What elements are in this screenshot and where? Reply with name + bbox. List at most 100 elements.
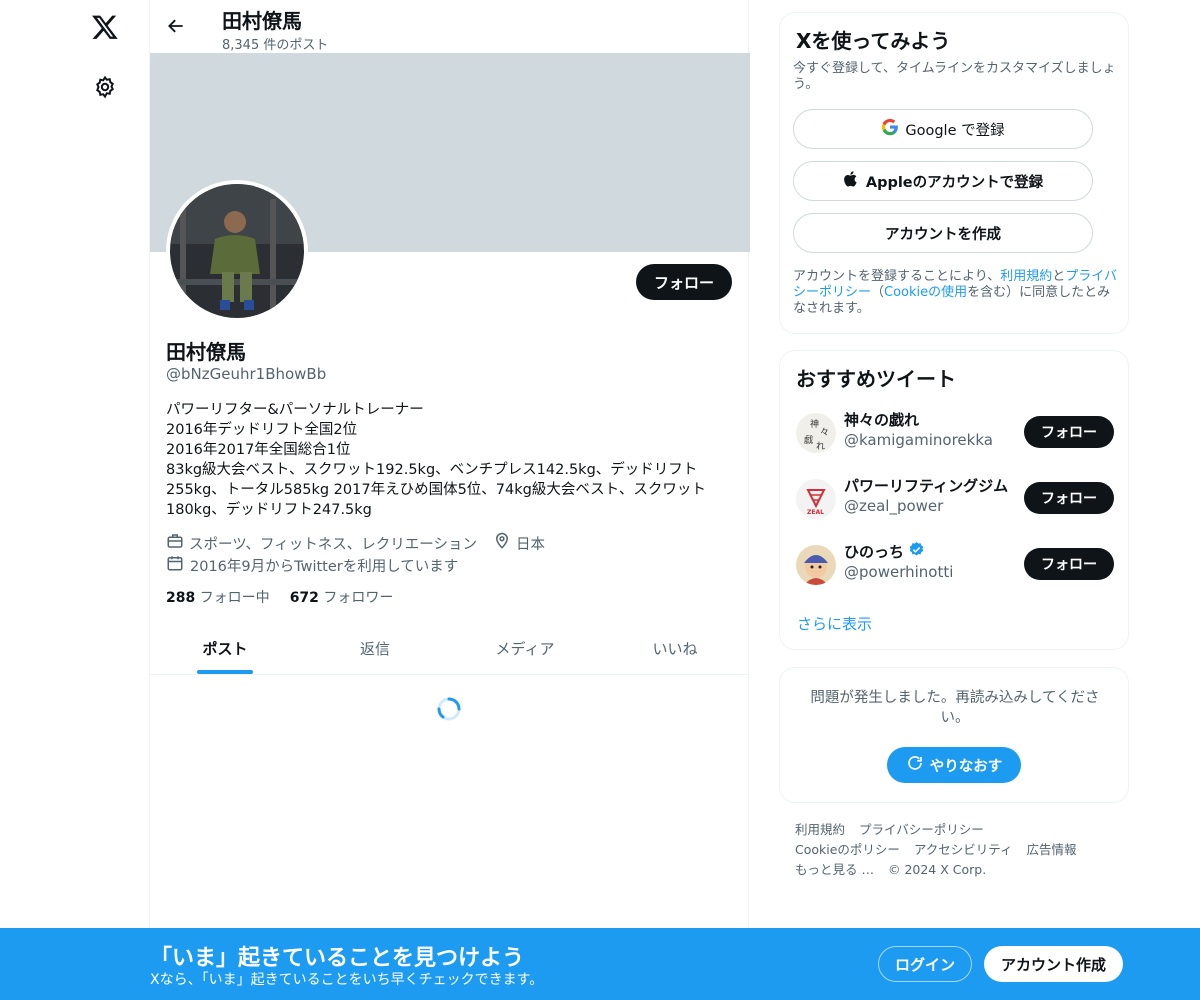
profile-meta-row: スポーツ、フィットネス、レクリエーション 日本 (166, 532, 555, 554)
tab-label: 返信 (359, 639, 390, 658)
bio-line: 255kg、トータル585kg 2017年えひめ国体5位、74kg級大会ベスト、… (166, 482, 706, 498)
login-button[interactable]: ログイン (878, 946, 972, 982)
tab-label: ポスト (202, 639, 248, 658)
x-logo-icon[interactable] (90, 12, 120, 42)
svg-text:神: 神 (810, 418, 819, 430)
bottom-bar-title: 「いま」起きていることを見つけよう (150, 946, 525, 971)
follow-stats: 288 フォロー中 672 フォロワー (166, 587, 393, 607)
svg-text:れ: れ (816, 441, 825, 452)
footer-link[interactable]: プライバシーポリシー (859, 822, 984, 837)
create-account-button[interactable]: アカウントを作成 (793, 213, 1093, 253)
follow-button[interactable]: フォロー (636, 264, 732, 300)
avatar-photo (170, 184, 304, 318)
legal-prefix: アカウントを登録することにより、 (793, 269, 1001, 284)
followers-link[interactable]: 672 フォロワー (290, 587, 394, 607)
recommended-user[interactable]: ひのっち @powerhinotti フォロー (796, 539, 1114, 591)
tab-label: いいね (652, 639, 698, 658)
category-text: スポーツ、フィットネス、レクリエーション (189, 536, 477, 553)
refresh-icon (906, 754, 924, 776)
recommended-handle: @zeal_power (844, 497, 944, 515)
bio-line: 180kg、デッドリフト247.5kg (166, 502, 372, 518)
tab-replies[interactable]: 返信 (300, 622, 450, 674)
avatar: ZEAL (796, 479, 836, 519)
location-text: 日本 (515, 536, 545, 553)
tab-likes[interactable]: いいね (600, 622, 750, 674)
location-pin-icon (493, 532, 511, 554)
footer-link[interactable]: 利用規約 (795, 822, 845, 837)
footer-link[interactable]: Cookieのポリシー (795, 842, 900, 857)
apple-signup-button[interactable]: Appleのアカウントで登録 (793, 161, 1093, 201)
recommended-card: おすすめツイート 神々戯れ 神々の戯れ @kamigaminorekka フォロ… (779, 350, 1129, 650)
retry-button[interactable]: やりなおす (887, 747, 1021, 783)
calendar-icon (166, 554, 184, 576)
bottom-bar-subtitle: Xなら、「いま」起きていることをいち早くチェックできます。 (150, 972, 544, 988)
left-nav (0, 0, 150, 1000)
svg-text:ZEAL: ZEAL (807, 509, 824, 516)
following-label: フォロー中 (199, 590, 270, 606)
recommended-user[interactable]: ZEAL パワーリフティングジム ZEAL @zeal_power フォロー (796, 473, 1114, 525)
recommended-name: ひのっち (844, 541, 1014, 562)
signup-legal-text: アカウントを登録することにより、利用規約とプライバシーポリシー（Cookieの使… (793, 269, 1123, 317)
terms-link[interactable]: 利用規約 (1000, 269, 1052, 284)
recommended-handle: @kamigaminorekka (844, 431, 993, 449)
followers-count: 672 (289, 590, 319, 606)
loading-spinner-icon (436, 696, 462, 722)
follow-button[interactable]: フォロー (1024, 416, 1114, 448)
recommended-name-text: ひのっち (844, 543, 905, 561)
signup-button[interactable]: アカウント作成 (984, 946, 1123, 982)
show-more-link[interactable]: さらに表示 (797, 613, 872, 634)
google-icon (881, 118, 899, 140)
joined-text: 2016年9月からTwitterを利用しています (190, 558, 459, 575)
google-signup-label: Google で登録 (905, 122, 1005, 139)
apple-signup-label: Appleのアカウントで登録 (865, 174, 1044, 191)
tab-posts[interactable]: ポスト (150, 622, 300, 674)
signup-title: Xを使ってみよう (796, 29, 951, 53)
svg-text:々: 々 (820, 427, 829, 438)
error-message: 問題が発生しました。再読み込みしてください。 (810, 690, 1100, 726)
recommended-user[interactable]: 神々戯れ 神々の戯れ @kamigaminorekka フォロー (796, 407, 1114, 459)
footer-links: 利用規約 プライバシーポリシー Cookieのポリシー アクセシビリティ 広告情… (795, 820, 1115, 880)
profile-bio: パワーリフター&パーソナルトレーナー 2016年デッドリフト全国2位 2016年… (166, 400, 726, 520)
legal-and: と (1052, 269, 1066, 284)
active-tab-indicator (197, 670, 253, 674)
retry-label: やりなおす (929, 758, 1003, 775)
google-signup-button[interactable]: Google で登録 (793, 109, 1093, 149)
tab-media[interactable]: メディア (450, 622, 600, 674)
profile-tabs: ポスト 返信 メディア いいね (150, 622, 750, 675)
footer-link[interactable]: アクセシビリティ (914, 842, 1013, 857)
followers-label: フォロワー (323, 590, 394, 606)
footer-more-link[interactable]: もっと見る … (795, 862, 874, 877)
verified-badge-icon (908, 541, 925, 562)
recommended-name: 神々の戯れ (844, 411, 920, 429)
tab-label: メディア (495, 639, 555, 658)
footer-link[interactable]: 広告情報 (1027, 842, 1077, 857)
header-profile-name: 田村僚馬 (222, 9, 302, 33)
follow-button[interactable]: フォロー (1024, 482, 1114, 514)
recommended-name: パワーリフティングジム ZEAL (844, 477, 1014, 495)
svg-text:戯: 戯 (804, 434, 813, 446)
error-card: 問題が発生しました。再読み込みしてください。 やりなおす (779, 667, 1129, 803)
bio-line: 2016年2017年全国総合1位 (166, 442, 351, 458)
following-link[interactable]: 288 フォロー中 (166, 587, 270, 607)
following-count: 288 (166, 590, 196, 606)
legal-paren: （ (871, 285, 885, 300)
recommended-handle: @powerhinotti (844, 563, 954, 581)
gear-icon[interactable] (92, 74, 118, 100)
bio-line: 83kg級大会ベスト、スクワット192.5kg、ベンチプレス142.5kg、デッ… (166, 462, 698, 478)
bio-line: 2016年デッドリフト全国2位 (166, 422, 358, 438)
briefcase-icon (166, 532, 184, 554)
avatar (796, 545, 836, 585)
avatar: 神々戯れ (796, 413, 836, 453)
recommended-title: おすすめツイート (796, 367, 956, 391)
follow-button[interactable]: フォロー (1024, 548, 1114, 580)
footer-copyright: © 2024 X Corp. (887, 862, 987, 877)
profile-category: スポーツ、フィットネス、レクリエーション (166, 532, 477, 554)
login-prompt-bar: 「いま」起きていることを見つけよう Xなら、「いま」起きていることをいち早くチェ… (0, 928, 1200, 1000)
signup-card: Xを使ってみよう 今すぐ登録して、タイムラインをカスタマイズしましょう。 Goo… (779, 12, 1129, 334)
arrow-left-icon[interactable] (164, 14, 188, 38)
cookie-link[interactable]: Cookieの使用 (884, 285, 967, 300)
profile-location: 日本 (493, 532, 545, 554)
profile-column: 田村僚馬 8,345 件のポスト フォロー 田村僚馬 @bNzGeuhr1Bho… (149, 0, 750, 1000)
avatar[interactable] (166, 180, 308, 322)
profile-handle: @bNzGeuhr1BhowBb (166, 365, 327, 383)
